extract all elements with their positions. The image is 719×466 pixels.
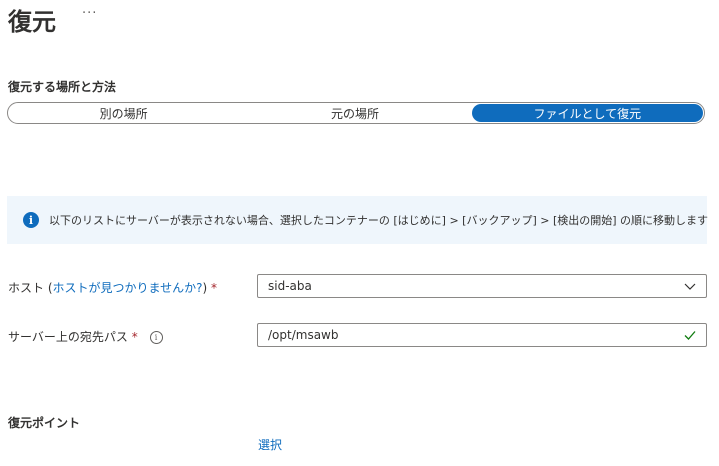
required-marker: * — [211, 281, 218, 295]
restore-method-label: 復元する場所と方法 — [8, 80, 117, 94]
destination-path-value: /opt/msawb — [268, 328, 339, 342]
page-title: 復元 — [8, 8, 56, 36]
host-label: ホスト — [8, 281, 45, 295]
info-icon: i — [23, 212, 39, 228]
info-banner: i 以下のリストにサーバーが表示されない場合、選択したコンテナーの [はじめに]… — [7, 196, 709, 244]
destination-path-input[interactable]: /opt/msawb — [257, 323, 707, 347]
option-restore-as-files[interactable]: ファイルとして復元 — [471, 104, 703, 122]
destination-path-label: サーバー上の宛先パス — [8, 330, 128, 344]
option-alternate-location[interactable]: 別の場所 — [8, 103, 239, 123]
destination-path-label-row: サーバー上の宛先パス * i — [8, 328, 163, 345]
info-banner-text: 以下のリストにサーバーが表示されない場合、選択したコンテナーの [はじめに] >… — [49, 214, 709, 227]
host-value: sid-aba — [268, 279, 312, 293]
checkmark-icon — [682, 327, 698, 346]
option-original-location[interactable]: 元の場所 — [239, 103, 470, 123]
restore-point-label: 復元ポイント — [8, 416, 81, 430]
more-options-button[interactable]: ··· — [82, 6, 97, 21]
host-not-found-link[interactable]: ホストが見つかりませんか? — [53, 281, 203, 295]
host-label-row: ホスト (ホストが見つかりませんか?) * — [8, 281, 218, 295]
chevron-down-icon — [682, 278, 698, 297]
required-marker: * — [131, 330, 138, 344]
select-restore-point-link[interactable]: 選択 — [258, 436, 282, 453]
restore-method-selector: 別の場所 元の場所 ファイルとして復元 — [7, 102, 705, 124]
host-dropdown[interactable]: sid-aba — [257, 274, 707, 298]
info-circle-icon[interactable]: i — [149, 331, 163, 344]
